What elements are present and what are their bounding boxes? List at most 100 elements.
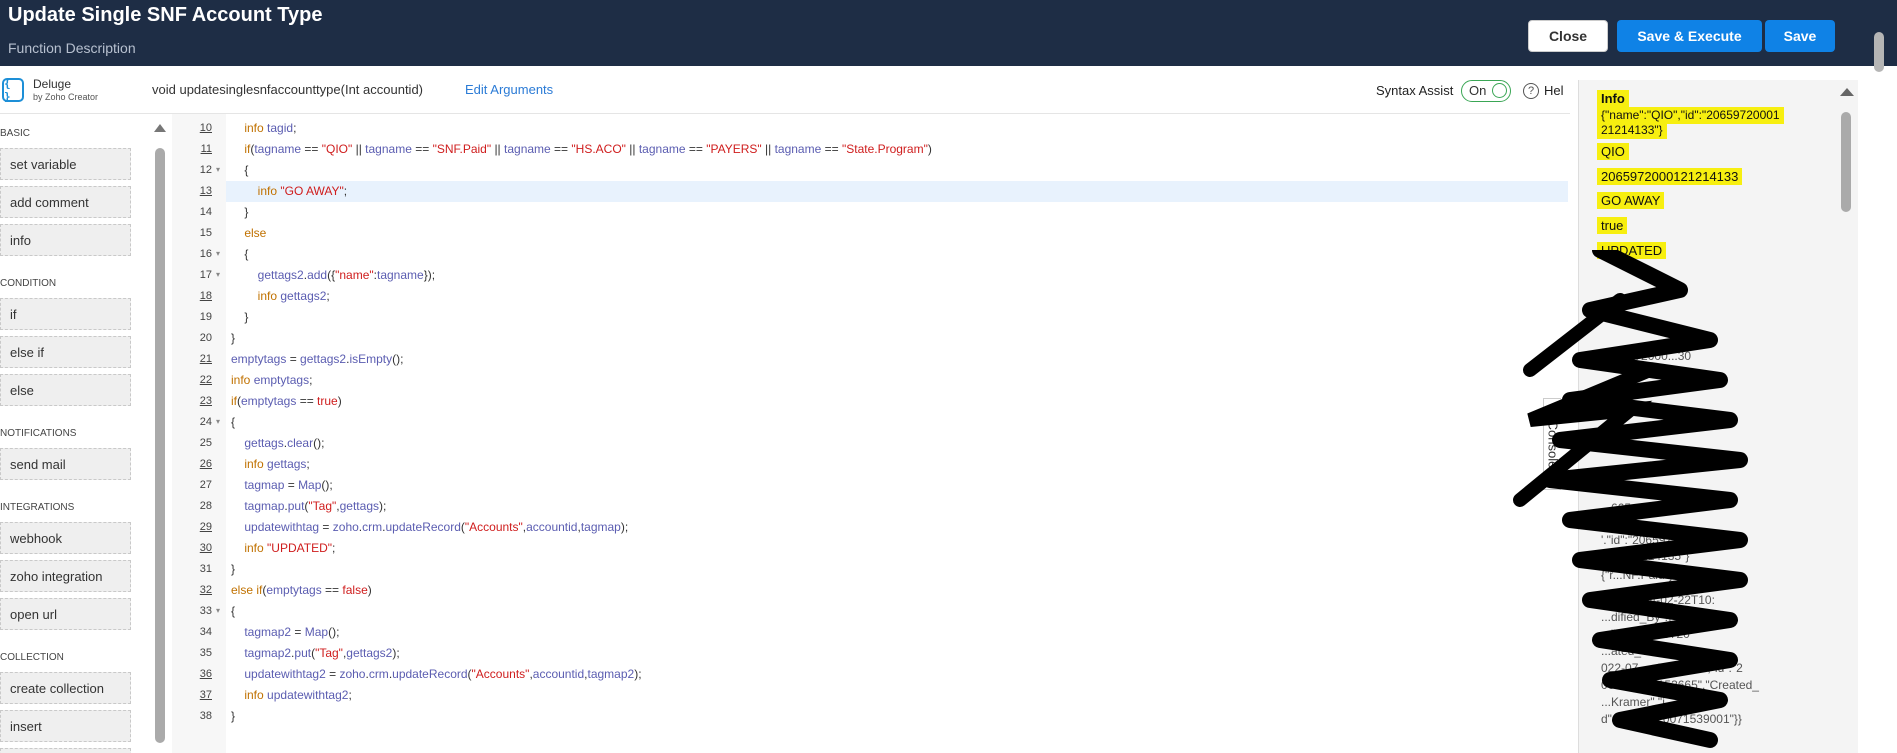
line-number[interactable]: 20 (172, 332, 212, 344)
code-line[interactable]: info gettags2; (231, 289, 330, 303)
line-number[interactable]: 10 (172, 122, 212, 134)
sidebar-task-get[interactable]: get (0, 748, 131, 753)
line-number[interactable]: 24 (172, 416, 212, 428)
line-number[interactable]: 37 (172, 689, 212, 701)
code-line[interactable]: info "GO AWAY"; (231, 184, 347, 198)
code-line[interactable]: if(tagname == "QIO" || tagname == "SNF.P… (231, 142, 932, 156)
code-line[interactable]: info updatewithtag2; (231, 688, 351, 702)
toggle-knob (1492, 83, 1507, 98)
line-number[interactable]: 29 (172, 521, 212, 533)
line-number[interactable]: 28 (172, 500, 212, 512)
logo-by: by Zoho Creator (33, 92, 99, 102)
code-line[interactable]: updatewithtag2 = zoho.crm.updateRecord("… (231, 667, 641, 681)
console-output-line: GO AWAY (1597, 192, 1665, 209)
line-number[interactable]: 31 (172, 563, 212, 575)
sidebar-task-add-comment[interactable]: add comment (0, 186, 131, 218)
code-line[interactable]: { (231, 604, 235, 618)
line-number[interactable]: 18 (172, 290, 212, 302)
code-line[interactable]: else if(emptytags == false) (231, 583, 372, 597)
fold-arrow-icon[interactable]: ▾ (216, 270, 220, 279)
code-line[interactable]: info emptytags; (231, 373, 312, 387)
code-line[interactable]: tagmap2.put("Tag",gettags2); (231, 646, 399, 660)
line-number[interactable]: 34 (172, 626, 212, 638)
code-line[interactable]: tagmap.put("Tag",gettags); (231, 499, 386, 513)
editor-toolbar: { } Deluge by Zoho Creator void updatesi… (0, 66, 1570, 114)
code-line[interactable]: info "UPDATED"; (231, 541, 335, 555)
code-line[interactable]: tagmap2 = Map(); (231, 625, 339, 639)
code-line[interactable]: tagmap = Map(); (231, 478, 332, 492)
line-number[interactable]: 11 (172, 143, 212, 155)
line-number[interactable]: 15 (172, 227, 212, 239)
syntax-assist-toggle[interactable]: On (1461, 80, 1511, 102)
console-scrollbar[interactable] (1839, 88, 1854, 753)
code-line[interactable]: } (231, 205, 248, 219)
sidebar-task-zoho-integration[interactable]: zoho integration (0, 560, 131, 592)
console-output-line: QIO (1597, 143, 1629, 160)
code-line[interactable]: } (231, 562, 235, 576)
line-number[interactable]: 23 (172, 395, 212, 407)
line-number[interactable]: 21 (172, 353, 212, 365)
scroll-up-icon[interactable] (154, 124, 166, 132)
code-line[interactable]: } (231, 709, 235, 723)
line-number[interactable]: 17 (172, 269, 212, 281)
sidebar-task-insert[interactable]: insert (0, 710, 131, 742)
scroll-up-icon[interactable] (1840, 88, 1854, 96)
sidebar-task-info[interactable]: info (0, 224, 131, 256)
toggle-label: On (1469, 83, 1487, 98)
line-number[interactable]: 32 (172, 584, 212, 596)
code-line[interactable]: { (231, 163, 248, 177)
code-line[interactable]: { (231, 247, 248, 261)
line-number[interactable]: 27 (172, 479, 212, 491)
code-line[interactable]: info tagid; (231, 121, 296, 135)
line-number[interactable]: 36 (172, 668, 212, 680)
sidebar-task-else[interactable]: else (0, 374, 131, 406)
code-line[interactable]: { (231, 415, 235, 429)
sidebar-task-open-url[interactable]: open url (0, 598, 131, 630)
line-number[interactable]: 14 (172, 206, 212, 218)
code-line[interactable]: } (231, 331, 235, 345)
sidebar-task-else-if[interactable]: else if (0, 336, 131, 368)
line-number[interactable]: 38 (172, 710, 212, 722)
code-line[interactable]: else (231, 226, 266, 240)
function-description[interactable]: Function Description (8, 40, 136, 56)
line-number[interactable]: 13 (172, 185, 212, 197)
page-scrollbar[interactable] (1873, 30, 1885, 753)
help-icon[interactable]: ? (1523, 83, 1539, 99)
line-number[interactable]: 35 (172, 647, 212, 659)
active-line-highlight (226, 181, 1568, 202)
code-line[interactable]: gettags.clear(); (231, 436, 324, 450)
help-link[interactable]: Hel (1544, 83, 1570, 98)
deluge-function-editor: Update Single SNF Account Type Function … (0, 0, 1897, 753)
save-button[interactable]: Save (1765, 20, 1835, 52)
line-number[interactable]: 16 (172, 248, 212, 260)
code-line[interactable]: } (231, 310, 248, 324)
console-output-line: 21214133"} (1597, 122, 1667, 139)
save-and-execute-button[interactable]: Save & Execute (1617, 20, 1762, 52)
fold-arrow-icon[interactable]: ▾ (216, 249, 220, 258)
close-button[interactable]: Close (1528, 20, 1608, 52)
sidebar-task-if[interactable]: if (0, 298, 131, 330)
line-number[interactable]: 19 (172, 311, 212, 323)
fold-arrow-icon[interactable]: ▾ (216, 417, 220, 426)
sidebar-task-create-collection[interactable]: create collection (0, 672, 131, 704)
fold-arrow-icon[interactable]: ▾ (216, 165, 220, 174)
line-number[interactable]: 12 (172, 164, 212, 176)
line-number[interactable]: 22 (172, 374, 212, 386)
code-line[interactable]: if(emptytags == true) (231, 394, 342, 408)
line-number[interactable]: 30 (172, 542, 212, 554)
sidebar-task-set-variable[interactable]: set variable (0, 148, 131, 180)
line-number[interactable]: 26 (172, 458, 212, 470)
code-line[interactable]: gettags2.add({"name":tagname}); (231, 268, 435, 282)
sidebar-scrollbar[interactable] (153, 124, 167, 746)
code-editor[interactable]: 10 info tagid; 11 if(tagname == "QIO" || … (172, 114, 1568, 753)
sidebar-task-webhook[interactable]: webhook (0, 522, 131, 554)
fold-arrow-icon[interactable]: ▾ (216, 606, 220, 615)
line-number[interactable]: 25 (172, 437, 212, 449)
sidebar-task-send-mail[interactable]: send mail (0, 448, 131, 480)
code-line[interactable]: updatewithtag = zoho.crm.updateRecord("A… (231, 520, 628, 534)
line-number[interactable]: 33 (172, 605, 212, 617)
code-line[interactable]: emptytags = gettags2.isEmpty(); (231, 352, 403, 366)
code-line[interactable]: info gettags; (231, 457, 309, 471)
edit-arguments-link[interactable]: Edit Arguments (465, 82, 553, 97)
redaction-scribble (1513, 250, 1748, 748)
